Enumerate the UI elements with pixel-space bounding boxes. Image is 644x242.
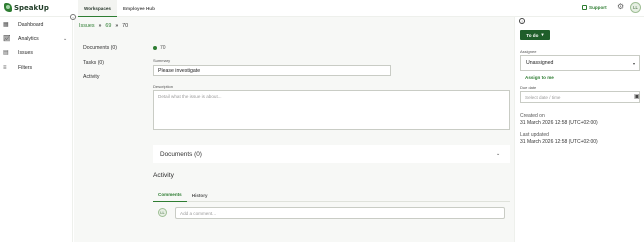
updated-value: 31 March 2026 12:58 (UTC+02:00) [520,139,598,145]
sidebar-item-filters[interactable]: ≡ Filters [0,62,73,74]
breadcrumb-separator-icon: » [115,23,119,29]
activity-tabs: Comments History [153,188,510,202]
comment-input[interactable]: Add a comment... [175,207,505,219]
issue-main: Issues » 69 » 70 Documents (0) Tasks (0)… [74,17,514,242]
tab-comments[interactable]: Comments [153,188,187,202]
created-value: 31 March 2026 12:58 (UTC+02:00) [520,120,598,126]
breadcrumb-parent[interactable]: 69 [105,23,111,29]
sidebar-collapse-button[interactable]: ‹ [70,14,76,20]
breadcrumb-separator-icon: » [98,23,102,29]
sidebar-item-dashboard[interactable]: ▦ Dashboard [0,19,73,31]
section-link-documents[interactable]: Documents (0) [83,45,117,51]
tab-employee-hub[interactable]: Employee Hub [117,0,161,17]
sidebar: ▦ Dashboard 📈︎ Analytics ⌄ ▤ Issues ≡ Fi… [0,17,73,242]
speakup-logo-icon [4,3,12,12]
status-button[interactable]: To do ▾ [520,30,550,40]
due-date-placeholder: Select date / time [525,94,561,100]
user-avatar[interactable]: LL [630,2,641,13]
status-button-label: To do [526,32,539,38]
summary-label: Summary [153,58,171,63]
grid-icon: ▦ [3,22,9,28]
activity-heading: Activity [153,172,174,179]
top-navigation: Workspaces Employee Hub [78,0,161,17]
issue-number: 70 [160,45,166,51]
sidebar-item-label: Filters [18,65,33,71]
sidebar-item-issues[interactable]: ▤ Issues [0,47,73,59]
sidebar-item-label: Dashboard [18,22,44,28]
issue-details-panel: ! To do ▾ Assignee Unassigned ▾ Assign t… [514,17,644,242]
documents-title: Documents (0) [160,150,202,158]
issues-icon: ▤ [3,50,9,56]
assignee-label: Assignee [520,49,537,54]
sidebar-item-label: Analytics [18,36,39,42]
sidebar-item-analytics[interactable]: 📈︎ Analytics ⌄ [0,33,73,45]
support-link[interactable]: Support [582,5,607,10]
sidebar-item-label: Issues [18,50,33,56]
description-label: Description [153,84,174,89]
support-label: Support [589,5,607,10]
support-icon [582,5,587,10]
assignee-value: Unassigned [526,60,554,66]
filter-icon: ≡ [3,65,7,71]
assignee-select[interactable]: Unassigned ▾ [520,55,640,71]
caret-down-icon: ▾ [633,60,636,66]
app-logo[interactable]: SpeakUp [4,3,49,12]
summary-field[interactable]: Please investigate [153,65,391,76]
chevron-down-icon: ▾ [541,32,544,37]
description-field[interactable]: Detail what the issue is about... [153,90,510,130]
tab-history[interactable]: History [187,188,213,202]
chevron-down-icon[interactable]: ⌄ [496,151,500,157]
chevron-down-icon[interactable]: ⌄ [63,36,67,42]
app-name: SpeakUp [14,3,49,12]
due-date-field[interactable]: Select date / time ▣ [520,91,640,103]
gear-icon[interactable]: ⚙ [617,3,624,11]
chart-icon: 📈︎ [3,36,11,42]
breadcrumb-current: 70 [122,23,129,29]
assign-to-me-button[interactable]: Assign to me [525,75,554,80]
documents-panel[interactable]: Documents (0) ⌄ [153,145,510,163]
status-dot-icon [153,46,157,50]
updated-label: Last updated [520,132,549,138]
section-link-activity[interactable]: Activity [83,74,99,80]
due-date-label: Due date [520,85,537,90]
calendar-icon[interactable]: ▣ [634,94,640,100]
section-link-tasks[interactable]: Tasks (0) [83,60,104,66]
info-icon[interactable]: ! [519,18,525,24]
breadcrumb-issues[interactable]: Issues [79,23,95,29]
top-bar: SpeakUp Workspaces Employee Hub Support … [0,0,644,17]
created-label: Created on [520,113,545,119]
avatar: LL [158,208,167,217]
issue-status-row: 70 [153,45,166,51]
tab-workspaces[interactable]: Workspaces [78,0,117,17]
breadcrumb: Issues » 69 » 70 [79,23,128,29]
